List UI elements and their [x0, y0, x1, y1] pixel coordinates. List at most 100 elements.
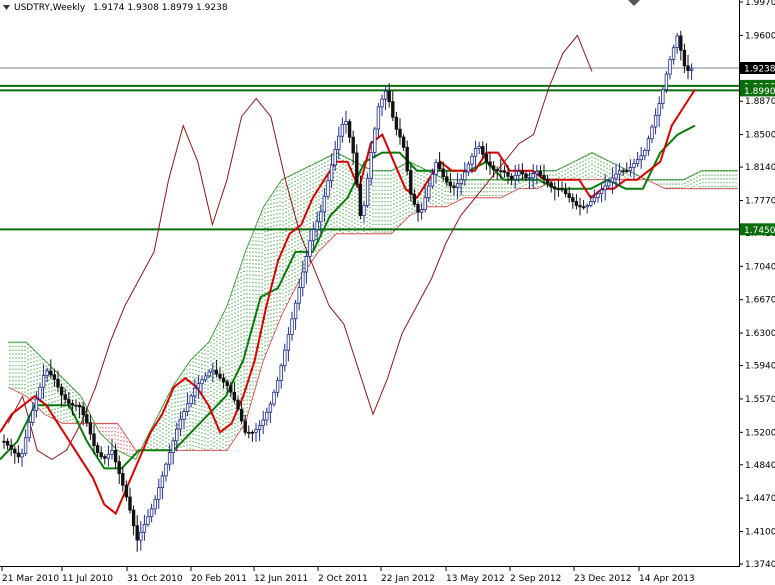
candle-body — [452, 185, 456, 189]
candle-body — [74, 404, 78, 407]
candle-body — [95, 445, 100, 454]
x-tick-label: 13 May 2012 — [446, 574, 505, 584]
y-tick-label: 1.7040 — [745, 262, 775, 272]
candle-body — [272, 391, 276, 405]
candle-body — [650, 126, 654, 140]
candle-body — [383, 90, 388, 100]
candle-body — [279, 365, 283, 381]
candle-body — [128, 496, 132, 511]
candle-body — [689, 68, 694, 71]
candle-body — [250, 431, 255, 434]
candle-body — [153, 498, 157, 510]
candle-body — [549, 182, 553, 188]
y-tick-label: 1.5200 — [745, 428, 775, 438]
candle-body — [52, 374, 57, 380]
candle-body — [535, 171, 539, 175]
candle-body — [416, 203, 420, 213]
x-tick-label: 20 Feb 2011 — [191, 574, 247, 584]
candle-body — [211, 369, 215, 373]
candle-body — [286, 334, 291, 351]
candle-body — [254, 429, 258, 433]
candle-body — [441, 168, 445, 178]
candle-body — [607, 181, 611, 187]
candle-body — [178, 418, 183, 430]
candle-body — [391, 101, 395, 118]
candle-body — [437, 162, 442, 170]
candle-body — [124, 484, 129, 498]
candle-body — [243, 420, 247, 433]
candle-body — [373, 128, 377, 153]
ohlc-values: 1.9174 1.9308 1.8979 1.9238 — [93, 3, 228, 13]
candle-body — [639, 155, 643, 161]
candle-body — [646, 138, 651, 151]
candle-body — [527, 177, 532, 180]
candle-body — [560, 188, 564, 191]
candle-body — [315, 221, 319, 230]
candle-body — [225, 381, 229, 387]
candle-body — [239, 408, 244, 422]
candle-body — [470, 155, 474, 165]
y-tick-label: 1.5940 — [745, 362, 775, 372]
candle-body — [430, 173, 435, 187]
candle-body — [563, 189, 568, 195]
candle-body — [369, 151, 373, 179]
candle-body — [679, 35, 683, 51]
candle-body — [189, 395, 193, 405]
candle-body — [308, 240, 312, 257]
candle-body — [398, 128, 402, 138]
candle-body — [466, 163, 471, 173]
candle-body — [20, 452, 24, 458]
candle-body — [488, 161, 492, 167]
candle-body — [63, 394, 67, 400]
candle-body — [103, 456, 107, 459]
candle-body — [423, 197, 427, 210]
candle-body — [261, 419, 265, 426]
y-tick-label: 1.5570 — [745, 395, 775, 405]
candle-body — [484, 153, 489, 163]
candle-body — [146, 516, 150, 525]
candle-body — [67, 399, 71, 404]
candle-body — [88, 422, 93, 435]
candle-body — [333, 148, 337, 166]
candle-body — [16, 452, 21, 458]
x-tick-label: 23 Dec 2012 — [574, 574, 632, 584]
candle-body — [38, 386, 42, 400]
candle-body — [31, 410, 35, 423]
candle-body — [247, 431, 251, 434]
x-tick-label: 11 Jul 2010 — [62, 574, 113, 584]
candle-body — [160, 475, 165, 488]
candle-body — [524, 173, 528, 179]
candle-body — [682, 49, 687, 67]
candle-body — [578, 205, 582, 208]
candle-body — [196, 383, 201, 389]
candle-body — [581, 206, 586, 209]
candle-body — [229, 385, 233, 393]
y-tick-label: 1.9600 — [745, 31, 775, 41]
candle-body — [380, 98, 384, 108]
candle-body — [635, 159, 640, 164]
candle-body — [167, 452, 172, 465]
y-tick-label: 1.4840 — [745, 461, 775, 471]
candle-body — [34, 398, 39, 412]
candle-body — [344, 121, 348, 125]
candle-body — [164, 463, 168, 477]
candle-body — [347, 121, 352, 138]
candle-body — [214, 369, 219, 375]
candle-body — [297, 287, 301, 304]
candle-body — [571, 197, 575, 202]
candle-body — [567, 193, 571, 198]
candle-body — [265, 411, 269, 421]
candle-body — [517, 170, 521, 176]
candle-body — [405, 146, 409, 172]
candle-body — [232, 391, 237, 401]
y-tick-label: 1.6300 — [745, 329, 775, 339]
price-label-text: 1.8990 — [744, 87, 775, 97]
candle-body — [675, 35, 679, 49]
candle-body — [2, 440, 6, 443]
candle-body — [427, 185, 431, 199]
candle-body — [45, 370, 49, 376]
candle-body — [135, 525, 139, 541]
candle-body — [13, 448, 17, 454]
candle-body — [506, 171, 510, 177]
candle-body — [686, 65, 690, 71]
